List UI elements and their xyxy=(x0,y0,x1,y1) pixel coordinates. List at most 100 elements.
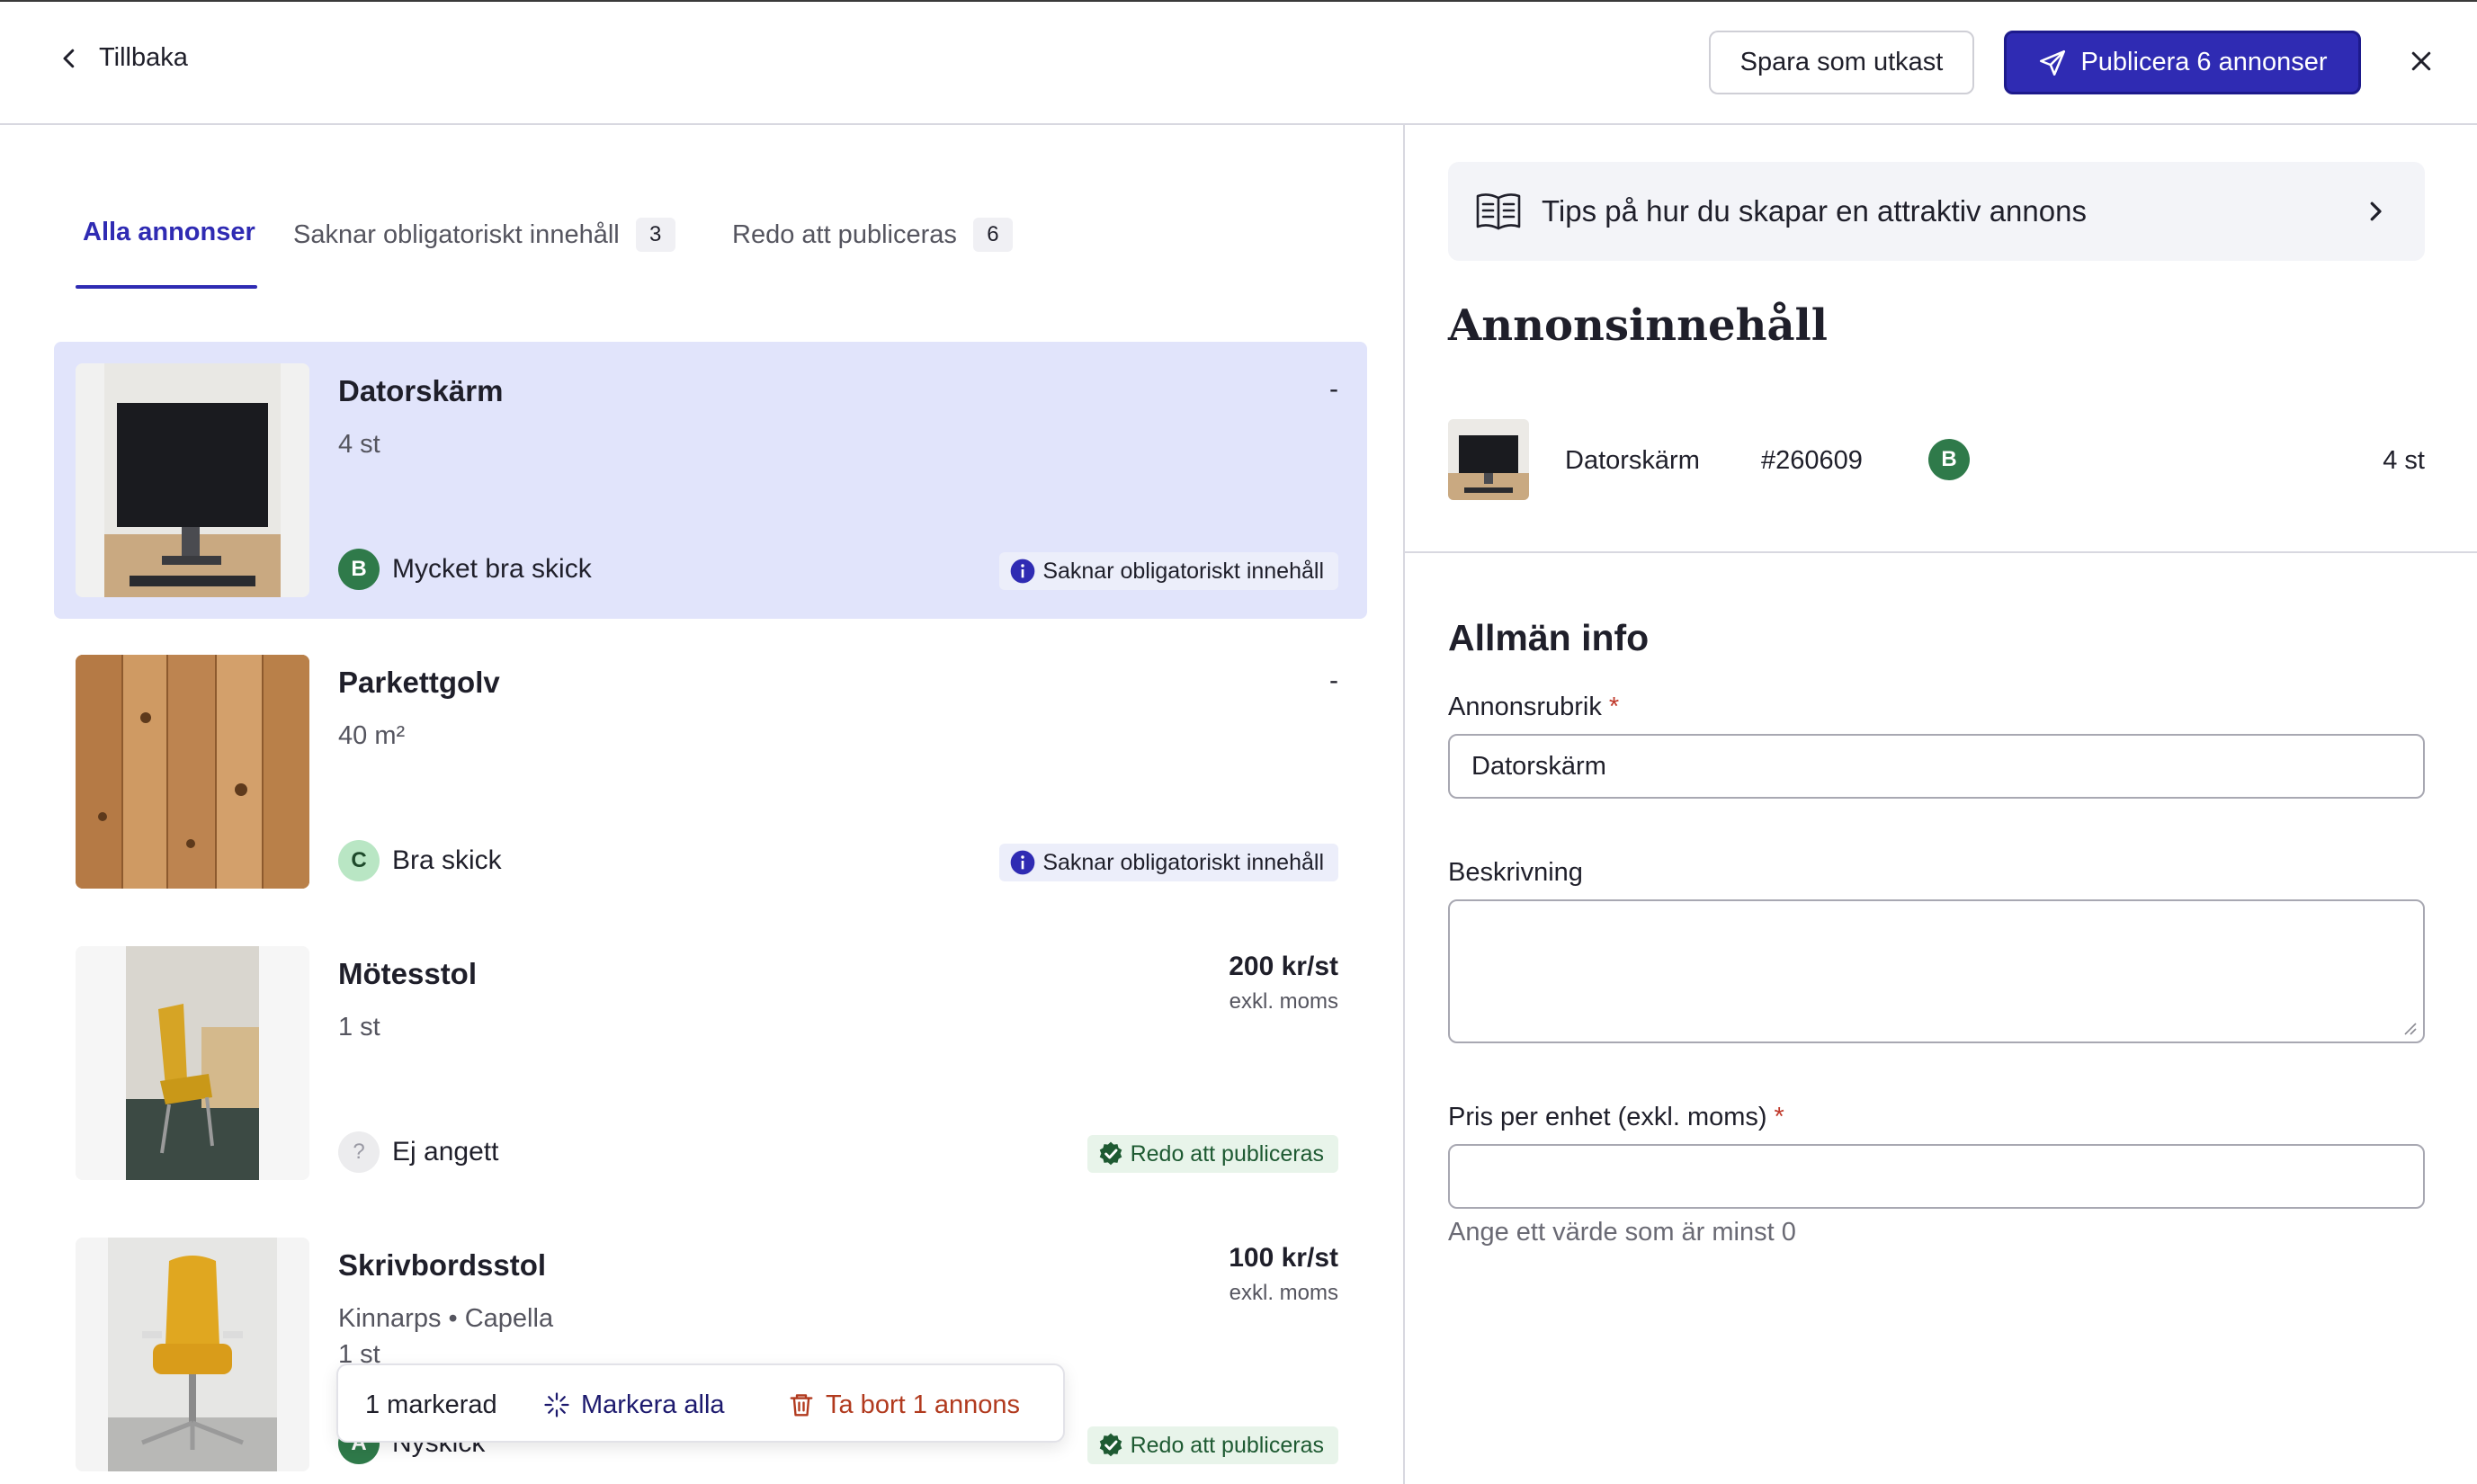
tips-label: Tips på hur du skapar en attraktiv annon… xyxy=(1542,194,2087,228)
close-button[interactable] xyxy=(2403,43,2439,79)
open-book-icon xyxy=(1476,193,1521,230)
status-badge: Saknar obligatoriskt innehåll xyxy=(999,552,1338,590)
summary-id: #260609 xyxy=(1761,446,1863,475)
publish-label: Publicera 6 annonser xyxy=(2080,48,2328,76)
listing-photo-monitor xyxy=(76,363,309,597)
listing-card[interactable]: Parkettgolv 40 m² - C Bra skick Saknar o… xyxy=(54,633,1367,910)
listing-title: Mötesstol xyxy=(338,957,478,990)
title-input[interactable]: Datorskärm xyxy=(1448,734,2425,799)
grade-badge: ? xyxy=(338,1131,380,1173)
status-label: Saknar obligatoriskt innehåll xyxy=(1042,849,1324,875)
listing-photo-meeting-chair xyxy=(76,946,309,1180)
listing-quantity: 1 st xyxy=(338,1013,380,1041)
title-input-value: Datorskärm xyxy=(1471,751,1606,781)
listing-price: - xyxy=(1329,666,1338,695)
tab-all-listings[interactable]: Alla annonser xyxy=(83,218,255,247)
top-bar: Tillbaka Spara som utkast Publicera 6 an… xyxy=(0,2,2477,125)
description-textarea[interactable] xyxy=(1448,899,2425,1043)
selected-count: 1 markerad xyxy=(365,1390,497,1419)
listing-price: 200 kr/st exkl. moms xyxy=(1229,952,1338,1015)
price-help-text: Ange ett värde som är minst 0 xyxy=(1448,1218,1796,1247)
price-vat-note: exkl. moms xyxy=(1229,1281,1338,1305)
price-input[interactable] xyxy=(1448,1144,2425,1209)
required-asterisk: * xyxy=(1774,1103,1784,1131)
tab-count-badge: 6 xyxy=(972,218,1013,252)
listing-title: Skrivbordsstol xyxy=(338,1248,547,1282)
chevron-right-icon xyxy=(2370,201,2382,221)
tab-label: Saknar obligatoriskt innehåll xyxy=(293,219,620,249)
grade-badge: C xyxy=(338,840,380,881)
condition-label: Ej angett xyxy=(392,1137,499,1167)
tab-label: Alla annonser xyxy=(83,218,255,246)
status-badge: Redo att publiceras xyxy=(1086,1135,1338,1173)
status-label: Redo att publiceras xyxy=(1130,1432,1324,1458)
verified-check-icon xyxy=(1099,1141,1122,1166)
title-label-text: Annonsrubrik xyxy=(1448,693,1602,721)
price-value: 100 kr/st xyxy=(1229,1243,1338,1273)
resize-handle-icon[interactable] xyxy=(2401,1020,2418,1036)
delete-label: Ta bort 1 annons xyxy=(826,1390,1021,1419)
condition-label: Bra skick xyxy=(392,845,502,875)
tab-label: Redo att publiceras xyxy=(732,219,957,249)
summary-name: Datorskärm xyxy=(1565,446,1700,475)
section-divider xyxy=(1405,551,2477,553)
listing-price: 100 kr/st exkl. moms xyxy=(1229,1243,1338,1306)
price-field-label: Pris per enhet (exkl. moms) * xyxy=(1448,1103,1784,1132)
listing-summary-row: Datorskärm #260609 B 4 st xyxy=(1448,419,2425,502)
listing-photo-desk-chair xyxy=(76,1238,309,1471)
tab-ready-to-publish[interactable]: Redo att publiceras 6 xyxy=(732,218,1013,252)
back-label: Tillbaka xyxy=(99,43,188,72)
verified-check-icon xyxy=(1099,1433,1122,1457)
delete-listing-button[interactable]: Ta bort 1 annons xyxy=(788,1385,1020,1425)
listing-title: Datorskärm xyxy=(338,374,504,407)
selection-action-bar: 1 markerad Markera alla Ta bort 1 annons xyxy=(336,1363,1065,1443)
status-badge: Redo att publiceras xyxy=(1086,1426,1338,1464)
summary-grade-badge: B xyxy=(1928,439,1970,480)
close-icon xyxy=(2411,51,2431,71)
condition: B Mycket bra skick xyxy=(338,549,592,590)
status-badge: Saknar obligatoriskt innehåll xyxy=(999,844,1338,881)
description-field-label: Beskrivning xyxy=(1448,858,1583,887)
listing-quantity: 4 st xyxy=(338,430,380,459)
send-icon xyxy=(2040,49,2066,76)
panel-divider xyxy=(1403,125,1405,1484)
select-sparkle-icon xyxy=(544,1392,569,1417)
brand-model-text: Kinnarps • Capella xyxy=(338,1304,554,1333)
summary-photo-monitor xyxy=(1448,419,1529,500)
general-info-heading: Allmän info xyxy=(1448,617,1650,658)
status-label: Saknar obligatoriskt innehåll xyxy=(1042,558,1324,584)
condition: ? Ej angett xyxy=(338,1131,498,1173)
save-draft-button[interactable]: Spara som utkast xyxy=(1709,31,1974,94)
title-field-label: Annonsrubrik * xyxy=(1448,693,1619,722)
trash-icon xyxy=(790,1394,813,1417)
select-all-label: Markera alla xyxy=(581,1390,725,1419)
price-value: 200 kr/st xyxy=(1229,952,1338,981)
listing-card[interactable]: Skrivbordsstol Kinnarps • Capella 1 st 1… xyxy=(54,1216,1367,1484)
grade-badge: B xyxy=(338,549,380,590)
listing-brand-model: Kinnarps • Capella 1 st xyxy=(338,1295,554,1368)
select-all-button[interactable]: Markera alla xyxy=(543,1385,725,1425)
price-vat-note: exkl. moms xyxy=(1229,989,1338,1014)
chevron-left-icon xyxy=(63,49,75,67)
condition-label: Mycket bra skick xyxy=(392,554,592,584)
publish-button[interactable]: Publicera 6 annonser xyxy=(2004,31,2361,94)
required-asterisk: * xyxy=(1608,693,1620,721)
listing-card[interactable]: Datorskärm 4 st - B Mycket bra skick Sak… xyxy=(54,342,1367,619)
summary-quantity: 4 st xyxy=(2383,446,2425,475)
listing-tabs: Alla annonser Saknar obligatoriskt inneh… xyxy=(76,205,1335,291)
active-tab-indicator xyxy=(76,285,257,289)
tab-missing-content[interactable]: Saknar obligatoriskt innehåll 3 xyxy=(293,218,675,252)
info-icon xyxy=(1010,559,1035,584)
listing-title: Parkettgolv xyxy=(338,666,500,699)
info-icon xyxy=(1010,850,1035,875)
tab-count-badge: 3 xyxy=(635,218,675,252)
back-button[interactable]: Tillbaka xyxy=(56,43,188,73)
price-label-text: Pris per enhet (exkl. moms) xyxy=(1448,1103,1767,1131)
tips-banner[interactable]: Tips på hur du skapar en attraktiv annon… xyxy=(1448,162,2425,261)
listing-photo-parquet xyxy=(76,655,309,889)
listing-quantity: 40 m² xyxy=(338,721,406,750)
status-label: Redo att publiceras xyxy=(1130,1140,1324,1167)
condition: C Bra skick xyxy=(338,840,502,881)
listing-card[interactable]: Mötesstol 1 st 200 kr/st exkl. moms ? Ej… xyxy=(54,925,1367,1202)
content-heading: Annonsinnehåll xyxy=(1448,300,1829,351)
